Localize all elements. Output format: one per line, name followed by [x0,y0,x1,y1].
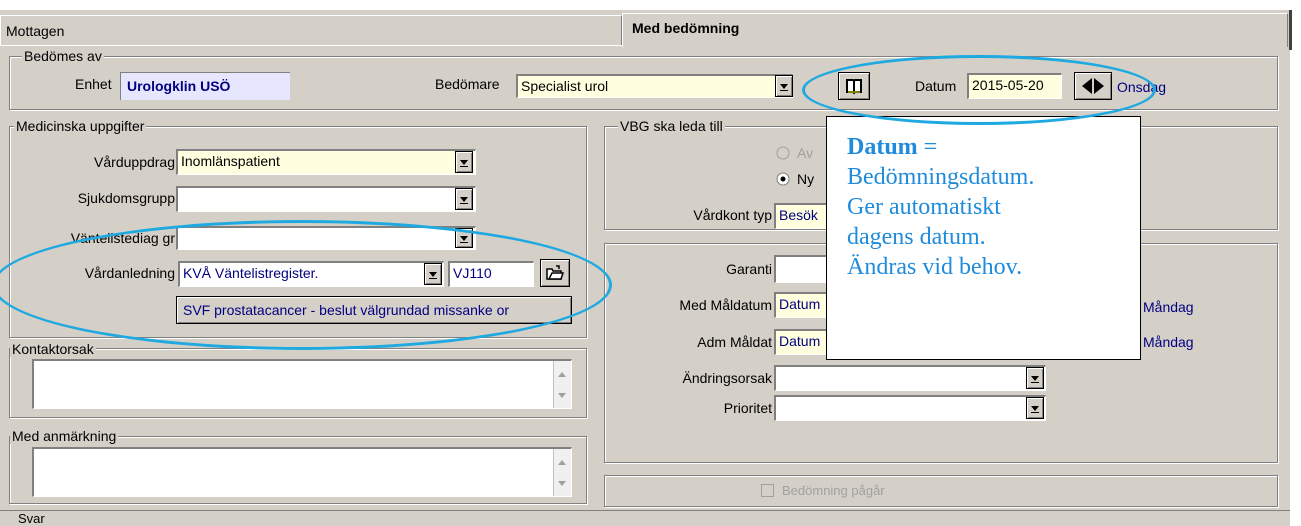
callout-eq: = [917,134,938,160]
andringsorsak-select[interactable] [774,365,1046,391]
group-bedomning-pagar [604,475,1278,507]
callout-title: Datum [847,134,918,160]
kontaktorsak-textarea[interactable] [32,359,572,409]
adm-maldat-weekday: Måndag [1143,334,1194,350]
med-anmarkning-scrollbar[interactable] [553,449,571,496]
vardkont-typ-value: Besök [779,207,818,223]
group-med-anmarkning-legend: Med anmärkning [10,428,119,444]
group-kontaktorsak-legend: Kontaktorsak [10,341,96,357]
vardkont-typ-select[interactable]: Besök [774,203,834,229]
callout-line-3: dagens datum. [847,224,986,250]
garanti-field[interactable] [774,255,834,283]
kontaktorsak-scrollbar[interactable] [553,361,571,408]
enhet-label: Enhet [75,76,112,92]
sjukdomsgrupp-dropdown-button[interactable] [455,188,473,210]
andringsorsak-label: Ändringsorsak [682,370,773,386]
med-maldatum-value: Datum [779,296,821,312]
med-maldatum-label: Med Måldatum [679,297,772,313]
scroll-arrows-icon [558,460,566,486]
status-divider [0,510,1290,511]
annotation-ellipse-vardanledning [0,220,612,350]
radio-ny-label: Ny [797,171,815,187]
chevron-down-icon [460,160,468,167]
chevron-down-icon [1031,376,1039,383]
prioritet-label: Prioritet [723,400,772,416]
group-medicinska-legend: Medicinska uppgifter [14,118,147,134]
window-edge [1289,10,1292,50]
bedomare-label: Bedömare [435,76,500,92]
varduppdrag-select[interactable]: Inomlänspatient [176,149,476,175]
vardkont-typ-label: Vårdkont typ [693,207,772,223]
callout-title-line: Datum = [847,132,1140,162]
status-label: Svar [18,512,45,526]
annotation-ellipse-datum [802,55,1156,125]
varduppdrag-dropdown-button[interactable] [455,151,473,173]
tab-med-bedomning[interactable]: Med bedömning [622,13,1288,47]
med-maldatum-weekday: Måndag [1143,299,1194,315]
radio-av[interactable] [776,146,790,160]
radio-ny[interactable] [776,172,790,186]
callout-line-4: Ändras vid behov. [847,254,1023,280]
bedomning-pagar-label: Bedömning pågår [782,483,885,498]
chevron-down-icon [460,197,468,204]
adm-maldat-field[interactable]: Datum [774,329,834,355]
tab-mottagen-label: Mottagen [6,23,65,39]
group-bedomes-av-legend: Bedömes av [22,48,104,64]
radio-av-label: Av [797,145,814,161]
chevron-down-icon [1031,406,1039,413]
chevron-down-icon [780,84,788,91]
prioritet-select[interactable] [774,395,1046,421]
prioritet-dropdown-button[interactable] [1026,397,1044,419]
tab-med-bedomning-label: Med bedömning [632,20,740,36]
sjukdomsgrupp-select[interactable] [176,186,476,212]
tab-mottagen[interactable]: Mottagen [0,15,622,45]
callout-line-1: Bedömningsdatum. [847,164,1035,190]
enhet-value: Urologklin USÖ [120,72,290,100]
bedomare-dropdown-button[interactable] [775,75,793,97]
med-maldatum-field[interactable]: Datum [774,292,834,318]
garanti-label: Garanti [726,261,772,277]
varduppdrag-label: Vårduppdrag [94,154,175,170]
andringsorsak-dropdown-button[interactable] [1026,367,1044,389]
bedomning-pagar-checkbox[interactable] [761,484,774,497]
scroll-arrows-icon [558,372,566,398]
tab-divider [0,45,622,46]
bedomare-select[interactable]: Specialist urol [516,74,793,98]
sjukdomsgrupp-label: Sjukdomsgrupp [77,190,175,206]
varduppdrag-value: Inomlänspatient [181,153,280,169]
callout-line-2: Ger automatiskt [847,194,1001,220]
group-vbg-legend: VBG ska leda till [618,118,725,134]
med-anmarkning-textarea[interactable] [32,447,572,497]
adm-maldat-label: Adm Måldat [697,334,772,350]
annotation-callout: Datum = Bedömningsdatum. Ger automatiskt… [826,116,1141,360]
adm-maldat-value: Datum [779,333,821,349]
bedomare-value: Specialist urol [521,78,609,94]
